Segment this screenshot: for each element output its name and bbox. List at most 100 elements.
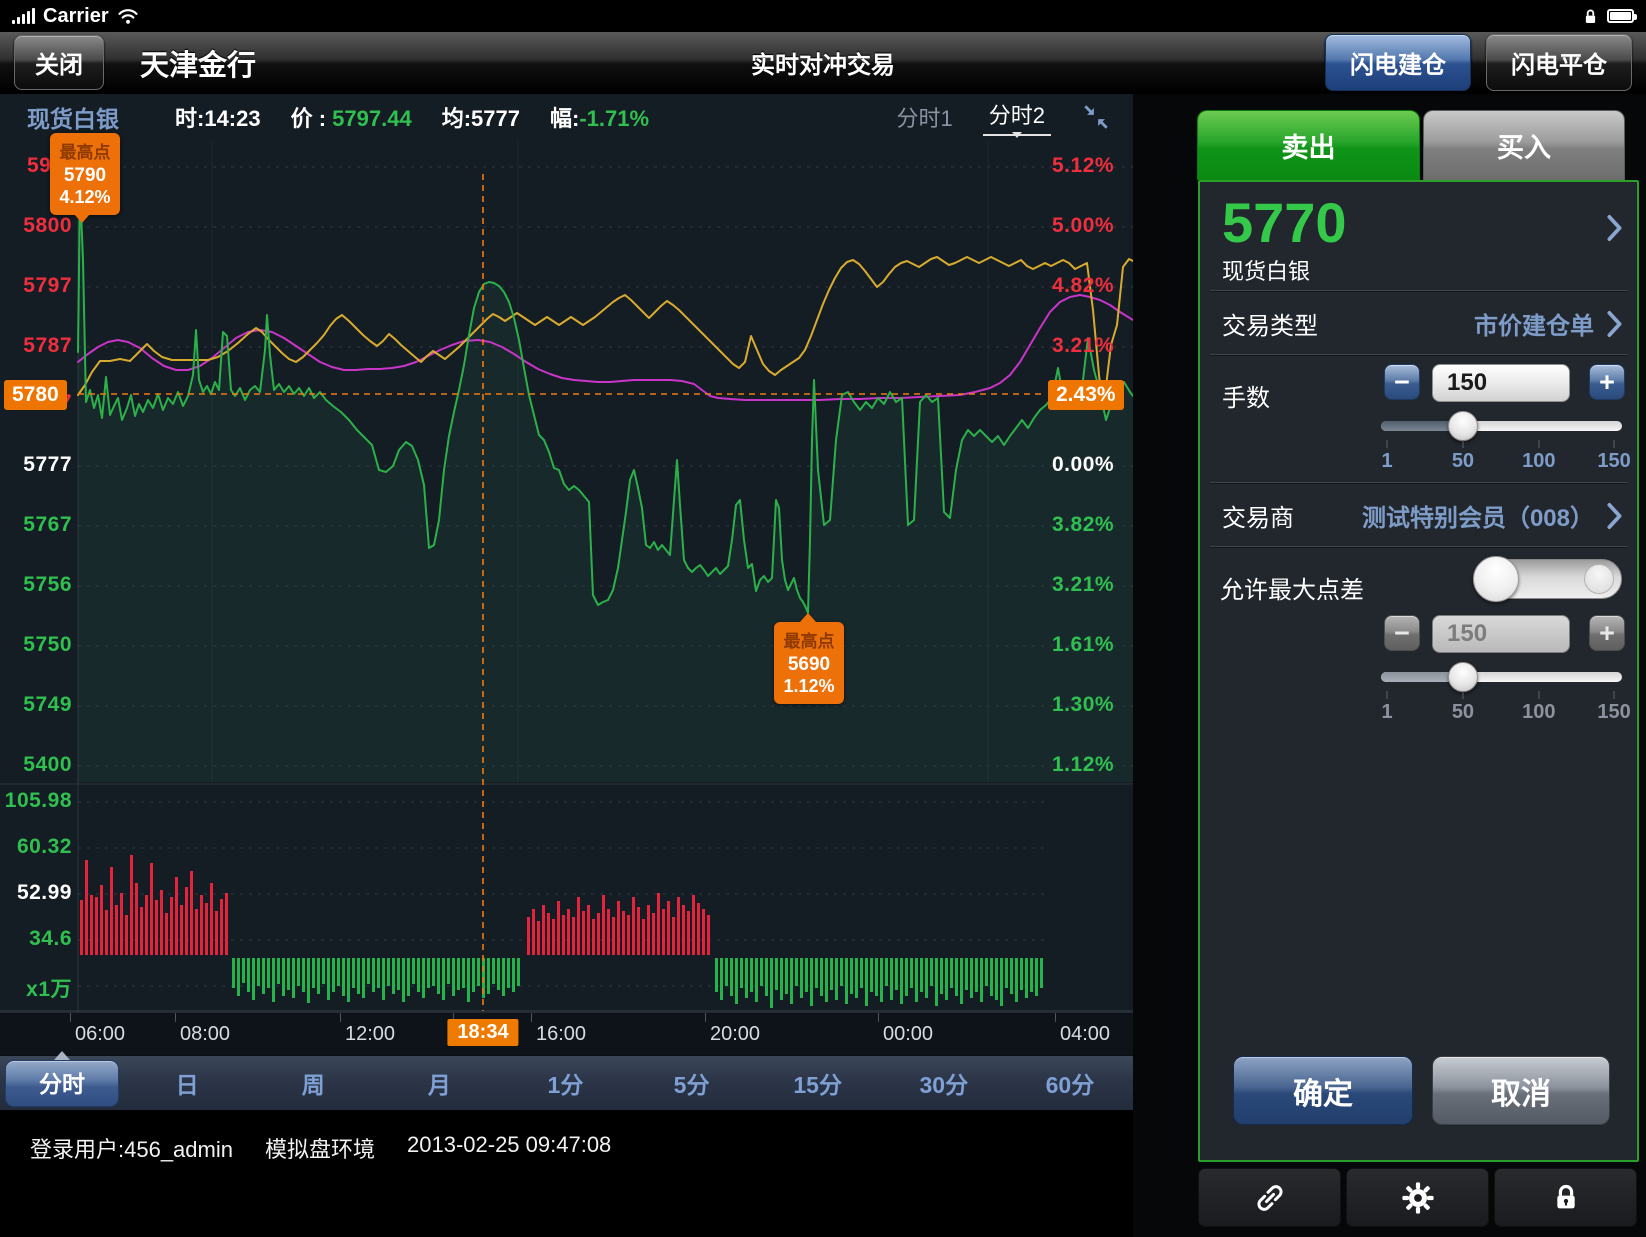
flash-close-button[interactable]: 闪电平仓 <box>1486 34 1632 91</box>
tick-label: 50 <box>1452 450 1474 473</box>
tab-sell[interactable]: 卖出 <box>1197 110 1420 180</box>
chart-callout: 最高点57904.12% <box>50 133 120 215</box>
wifi-icon <box>117 8 139 25</box>
x-axis-label: 12:00 <box>345 1023 395 1046</box>
period-tab-6[interactable]: 5分 <box>629 1066 755 1100</box>
x-axis-label: 08:00 <box>180 1023 230 1046</box>
quote-stats: 时:14:23价 : 5797.44均:5777幅:-1.71% <box>175 101 649 133</box>
chart-column: 现货白银 时:14:23价 : 5797.44均:5777幅:-1.71% 分时… <box>0 94 1133 1237</box>
tab-buy[interactable]: 买入 <box>1423 110 1625 180</box>
period-tab-bar: 分时日周月1分5分15分30分60分 <box>0 1055 1133 1110</box>
tick-label: 50 <box>1452 701 1474 724</box>
lots-plus-button[interactable]: + <box>1589 364 1625 400</box>
close-button[interactable]: 关闭 <box>14 35 104 90</box>
x-axis-label: 04:00 <box>1060 1023 1110 1046</box>
chart-canvas <box>0 140 1133 1012</box>
time-axis: 06:0008:0012:0018:3416:0020:0000:0004:00 <box>0 1012 1133 1055</box>
price-chart[interactable]: 5958005797578757775777576757565750574954… <box>0 140 1133 1012</box>
right-axis-label: 3.21% <box>1052 573 1114 597</box>
chart-callout: 最高点56901.12% <box>774 622 844 704</box>
login-user: 登录用户:456_admin <box>30 1132 233 1237</box>
collapse-chart-icon[interactable] <box>1081 102 1111 132</box>
left-axis-label: 105.98 <box>0 789 72 813</box>
left-axis-label: 60.32 <box>0 835 72 859</box>
right-axis-label: 1.30% <box>1052 693 1114 717</box>
trade-type-row[interactable]: 交易类型 市价建仓单 <box>1222 306 1623 341</box>
environment-label: 模拟盘环境 <box>265 1132 375 1237</box>
period-tab-1[interactable]: 分时 <box>5 1060 119 1107</box>
left-axis-label: 5787 <box>0 334 72 358</box>
chevron-right-icon[interactable] <box>1606 214 1623 242</box>
datetime-label: 2013-02-25 09:47:08 <box>407 1132 611 1237</box>
settings-button[interactable] <box>1346 1168 1489 1227</box>
lots-slider[interactable] <box>1381 418 1622 436</box>
trade-type-label: 交易类型 <box>1222 306 1462 341</box>
period-tab-7[interactable]: 15分 <box>755 1066 881 1100</box>
broker-value: 测试特别会员（008） <box>1362 498 1594 533</box>
quote-block[interactable]: 5770 现货白银 <box>1222 194 1347 286</box>
spread-plus-button[interactable]: + <box>1589 615 1625 651</box>
link-icon <box>1253 1181 1287 1215</box>
spread-input[interactable] <box>1432 615 1570 653</box>
x-axis-label: 20:00 <box>710 1023 760 1046</box>
slider-knob[interactable] <box>1448 411 1478 441</box>
current-price-badge: 2.43% <box>1048 380 1124 410</box>
nav-bar: 关闭 天津金行 实时对冲交易 闪电建仓 闪电平仓 <box>0 32 1646 94</box>
link-button[interactable] <box>1198 1168 1341 1227</box>
tick-label: 1 <box>1381 450 1392 473</box>
spread-minus-button[interactable]: − <box>1384 615 1420 651</box>
left-axis-label: 5800 <box>0 214 72 238</box>
cancel-button[interactable]: 取消 <box>1432 1056 1610 1125</box>
period-tab-5[interactable]: 1分 <box>502 1066 628 1100</box>
left-axis-label: 5400 <box>0 753 72 777</box>
chevron-right-icon <box>1606 502 1623 530</box>
lots-input[interactable] <box>1432 364 1570 402</box>
quote-stat: 时:14:23 <box>175 101 261 133</box>
period-tab-9[interactable]: 60分 <box>1007 1066 1133 1100</box>
period-tab-4[interactable]: 月 <box>376 1066 502 1100</box>
instrument-label: 现货白银 <box>1222 254 1347 286</box>
period-tab-2[interactable]: 日 <box>124 1066 250 1100</box>
left-axis-label: 34.6 <box>0 927 72 951</box>
order-form: 5770 现货白银 交易类型 市价建仓单 手数 − + <box>1198 180 1639 1162</box>
left-axis-label: 52.99 <box>0 881 72 905</box>
brand-title: 天津金行 <box>140 42 256 84</box>
spread-slider-ticks: 1 50 100 150 <box>1381 691 1622 725</box>
spread-slider[interactable] <box>1381 669 1622 687</box>
max-spread-toggle[interactable] <box>1474 559 1622 599</box>
trade-type-value: 市价建仓单 <box>1474 306 1594 341</box>
lock-button[interactable] <box>1494 1168 1637 1227</box>
right-axis-label: 5.00% <box>1052 214 1114 238</box>
signal-strength-icon <box>12 8 35 24</box>
gear-icon <box>1400 1180 1436 1216</box>
right-axis-label: 3.82% <box>1052 513 1114 537</box>
lots-stepper: − + <box>1384 364 1621 404</box>
tick-label: 100 <box>1522 450 1555 473</box>
left-axis-label: 5777 <box>0 453 72 477</box>
right-axis-label: 1.61% <box>1052 633 1114 657</box>
lock-status-icon <box>1584 8 1597 25</box>
period-tab-3[interactable]: 周 <box>250 1066 376 1100</box>
confirm-button[interactable]: 确定 <box>1233 1056 1413 1125</box>
battery-icon <box>1607 9 1634 23</box>
flash-open-button[interactable]: 闪电建仓 <box>1325 34 1471 91</box>
lots-minus-button[interactable]: − <box>1384 364 1420 400</box>
x-axis-label: 06:00 <box>75 1023 125 1046</box>
slider-knob[interactable] <box>1448 662 1478 692</box>
tab-minute1[interactable]: 分时1 <box>897 101 953 133</box>
left-axis-label: 5767 <box>0 513 72 537</box>
lock-icon <box>1550 1182 1582 1214</box>
x-axis-label: 16:00 <box>536 1023 586 1046</box>
quote-stat: 均:5777 <box>442 101 520 133</box>
crosshair-time-badge: 18:34 <box>447 1019 518 1046</box>
left-axis-label: 5756 <box>0 573 72 597</box>
right-axis-label: 3.21% <box>1052 334 1114 358</box>
right-axis-label: 4.82% <box>1052 274 1114 298</box>
period-tab-8[interactable]: 30分 <box>881 1066 1007 1100</box>
tick-label: 1 <box>1381 701 1392 724</box>
right-axis-label: 5.12% <box>1052 154 1114 178</box>
broker-row[interactable]: 交易商 测试特别会员（008） <box>1222 498 1623 533</box>
instrument-name: 现货白银 <box>27 100 119 134</box>
chart-header: 现货白银 时:14:23价 : 5797.44均:5777幅:-1.71% 分时… <box>0 94 1133 140</box>
tab-minute2[interactable]: 分时2 <box>983 98 1051 136</box>
